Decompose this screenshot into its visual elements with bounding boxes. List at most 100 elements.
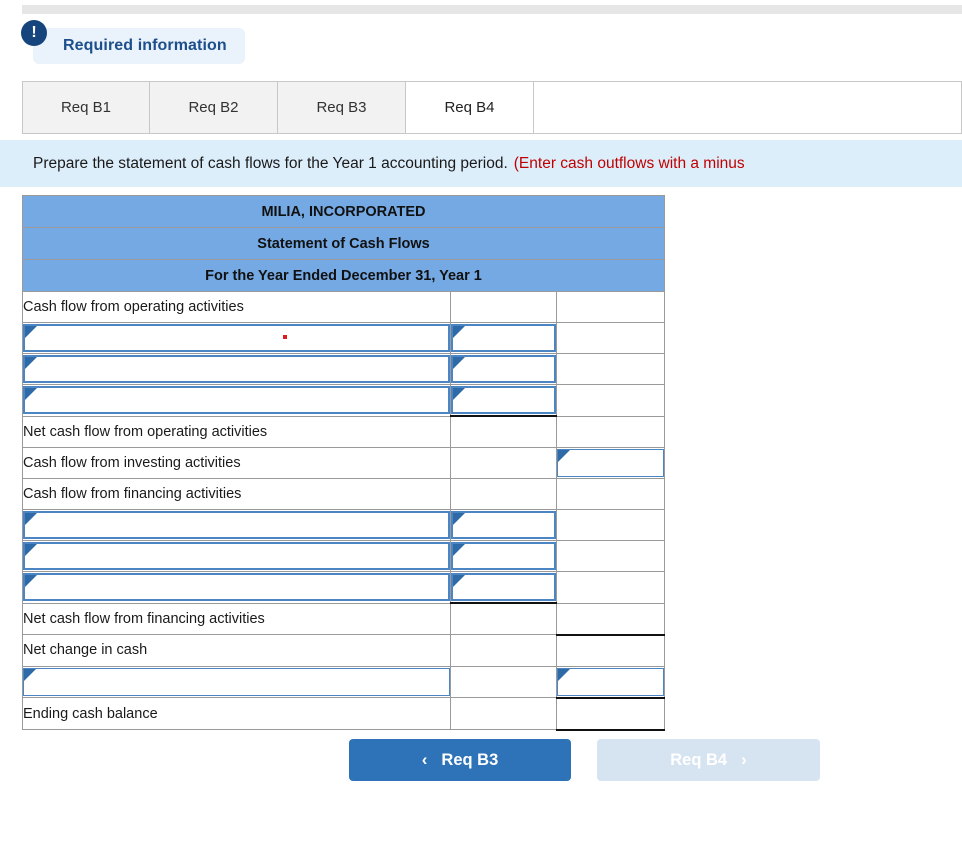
amount-input[interactable] [557,449,664,477]
row-amount-col2 [451,292,557,323]
table-row [23,541,665,572]
row-amount-cell-col3[interactable] [557,666,665,698]
row-label: Net change in cash [23,635,451,667]
amount-input[interactable] [451,542,556,570]
tab-req-b2[interactable]: Req B2 [150,81,278,133]
chevron-left-icon: ‹ [422,750,428,770]
table-row [23,385,665,417]
required-information-pill: Required information [33,28,245,64]
row-description-cell[interactable] [23,323,451,354]
dropdown-caret-icon [453,326,465,338]
dropdown-caret-icon [25,575,37,587]
amount-input[interactable] [451,324,556,352]
row-amount-col2 [451,448,557,479]
amount-input[interactable] [451,355,556,383]
dropdown-caret-icon [558,450,570,462]
statement-title-row: MILIA, INCORPORATED [23,196,665,228]
dropdown-caret-icon [453,357,465,369]
dropdown-caret-icon [453,388,465,400]
row-amount-col2 [451,479,557,510]
dropdown-caret-icon [25,326,37,338]
description-input[interactable] [23,542,450,570]
row-amount-cell-col2[interactable] [451,323,557,354]
required-marker-icon [283,335,287,339]
instruction-note: (Enter cash outflows with a minus [514,155,745,173]
dropdown-caret-icon [453,513,465,525]
next-req-b4-button[interactable]: Req B4 › [597,739,820,781]
prev-req-b3-button[interactable]: ‹ Req B3 [349,739,571,781]
description-input[interactable] [23,511,450,539]
row-amount-cell-col2[interactable] [451,541,557,572]
tab-strip-filler [534,81,962,133]
row-amount-col2 [451,603,557,635]
row-amount-col2 [451,698,557,730]
tab-req-b3[interactable]: Req B3 [278,81,406,133]
table-row: Net cash flow from financing activities [23,603,665,635]
row-label: Cash flow from financing activities [23,479,451,510]
tab-strip: Req B1 Req B2 Req B3 Req B4 [22,81,962,134]
row-description-cell[interactable] [23,666,451,698]
row-amount-col2 [451,416,557,448]
row-amount-col2 [451,635,557,667]
statement-subtitle-row: Statement of Cash Flows [23,228,665,260]
dropdown-caret-icon [25,544,37,556]
row-label: Net cash flow from financing activities [23,603,451,635]
row-amount-col3 [557,385,665,417]
row-amount-cell-col2[interactable] [451,385,557,417]
tab-req-b4[interactable]: Req B4 [406,81,534,133]
row-description-cell[interactable] [23,572,451,604]
dropdown-caret-icon [25,513,37,525]
description-input[interactable] [23,386,450,414]
row-description-cell[interactable] [23,385,451,417]
description-input[interactable] [23,668,450,696]
chevron-right-icon: › [741,750,747,770]
row-amount-col3 [557,698,665,730]
dropdown-caret-icon [24,669,36,681]
statement-period: For the Year Ended December 31, Year 1 [23,260,665,292]
amount-input[interactable] [451,386,556,414]
statement-period-row: For the Year Ended December 31, Year 1 [23,260,665,292]
next-button-label: Req B4 [670,751,727,770]
row-amount-col3 [557,323,665,354]
row-amount-cell-col3[interactable] [557,448,665,479]
row-amount-cell-col2[interactable] [451,510,557,541]
amount-input[interactable] [451,511,556,539]
table-row: Net cash flow from operating activities [23,416,665,448]
amount-input[interactable] [557,668,664,696]
statement-name: Statement of Cash Flows [23,228,665,260]
dropdown-caret-icon [25,388,37,400]
row-amount-col3 [557,572,665,604]
amount-input[interactable] [451,573,556,601]
table-row: Net change in cash [23,635,665,667]
row-label: Net cash flow from operating activities [23,416,451,448]
dropdown-caret-icon [453,544,465,556]
dropdown-caret-icon [453,575,465,587]
description-input[interactable] [23,573,450,601]
row-amount-col3 [557,510,665,541]
row-label: Cash flow from operating activities [23,292,451,323]
table-row [23,666,665,698]
row-label: Cash flow from investing activities [23,448,451,479]
top-gray-bar [22,5,962,14]
company-name: MILIA, INCORPORATED [23,196,665,228]
dropdown-caret-icon [558,669,570,681]
row-description-cell[interactable] [23,510,451,541]
row-description-cell[interactable] [23,354,451,385]
row-amount-cell-col2[interactable] [451,354,557,385]
prev-button-label: Req B3 [441,751,498,770]
navigation-buttons: ‹ Req B3 Req B4 › [0,739,962,783]
row-description-cell[interactable] [23,541,451,572]
row-amount-col3 [557,292,665,323]
row-label: Ending cash balance [23,698,451,730]
tab-req-b1[interactable]: Req B1 [22,81,150,133]
table-row: Cash flow from investing activities [23,448,665,479]
cash-flow-statement-table: MILIA, INCORPORATED Statement of Cash Fl… [22,195,665,731]
row-amount-col3 [557,603,665,635]
row-amount-cell-col2[interactable] [451,572,557,604]
description-input[interactable] [23,355,450,383]
description-input[interactable] [23,324,450,352]
table-row [23,510,665,541]
table-row: Ending cash balance [23,698,665,730]
row-amount-col3 [557,541,665,572]
table-row: Cash flow from financing activities [23,479,665,510]
